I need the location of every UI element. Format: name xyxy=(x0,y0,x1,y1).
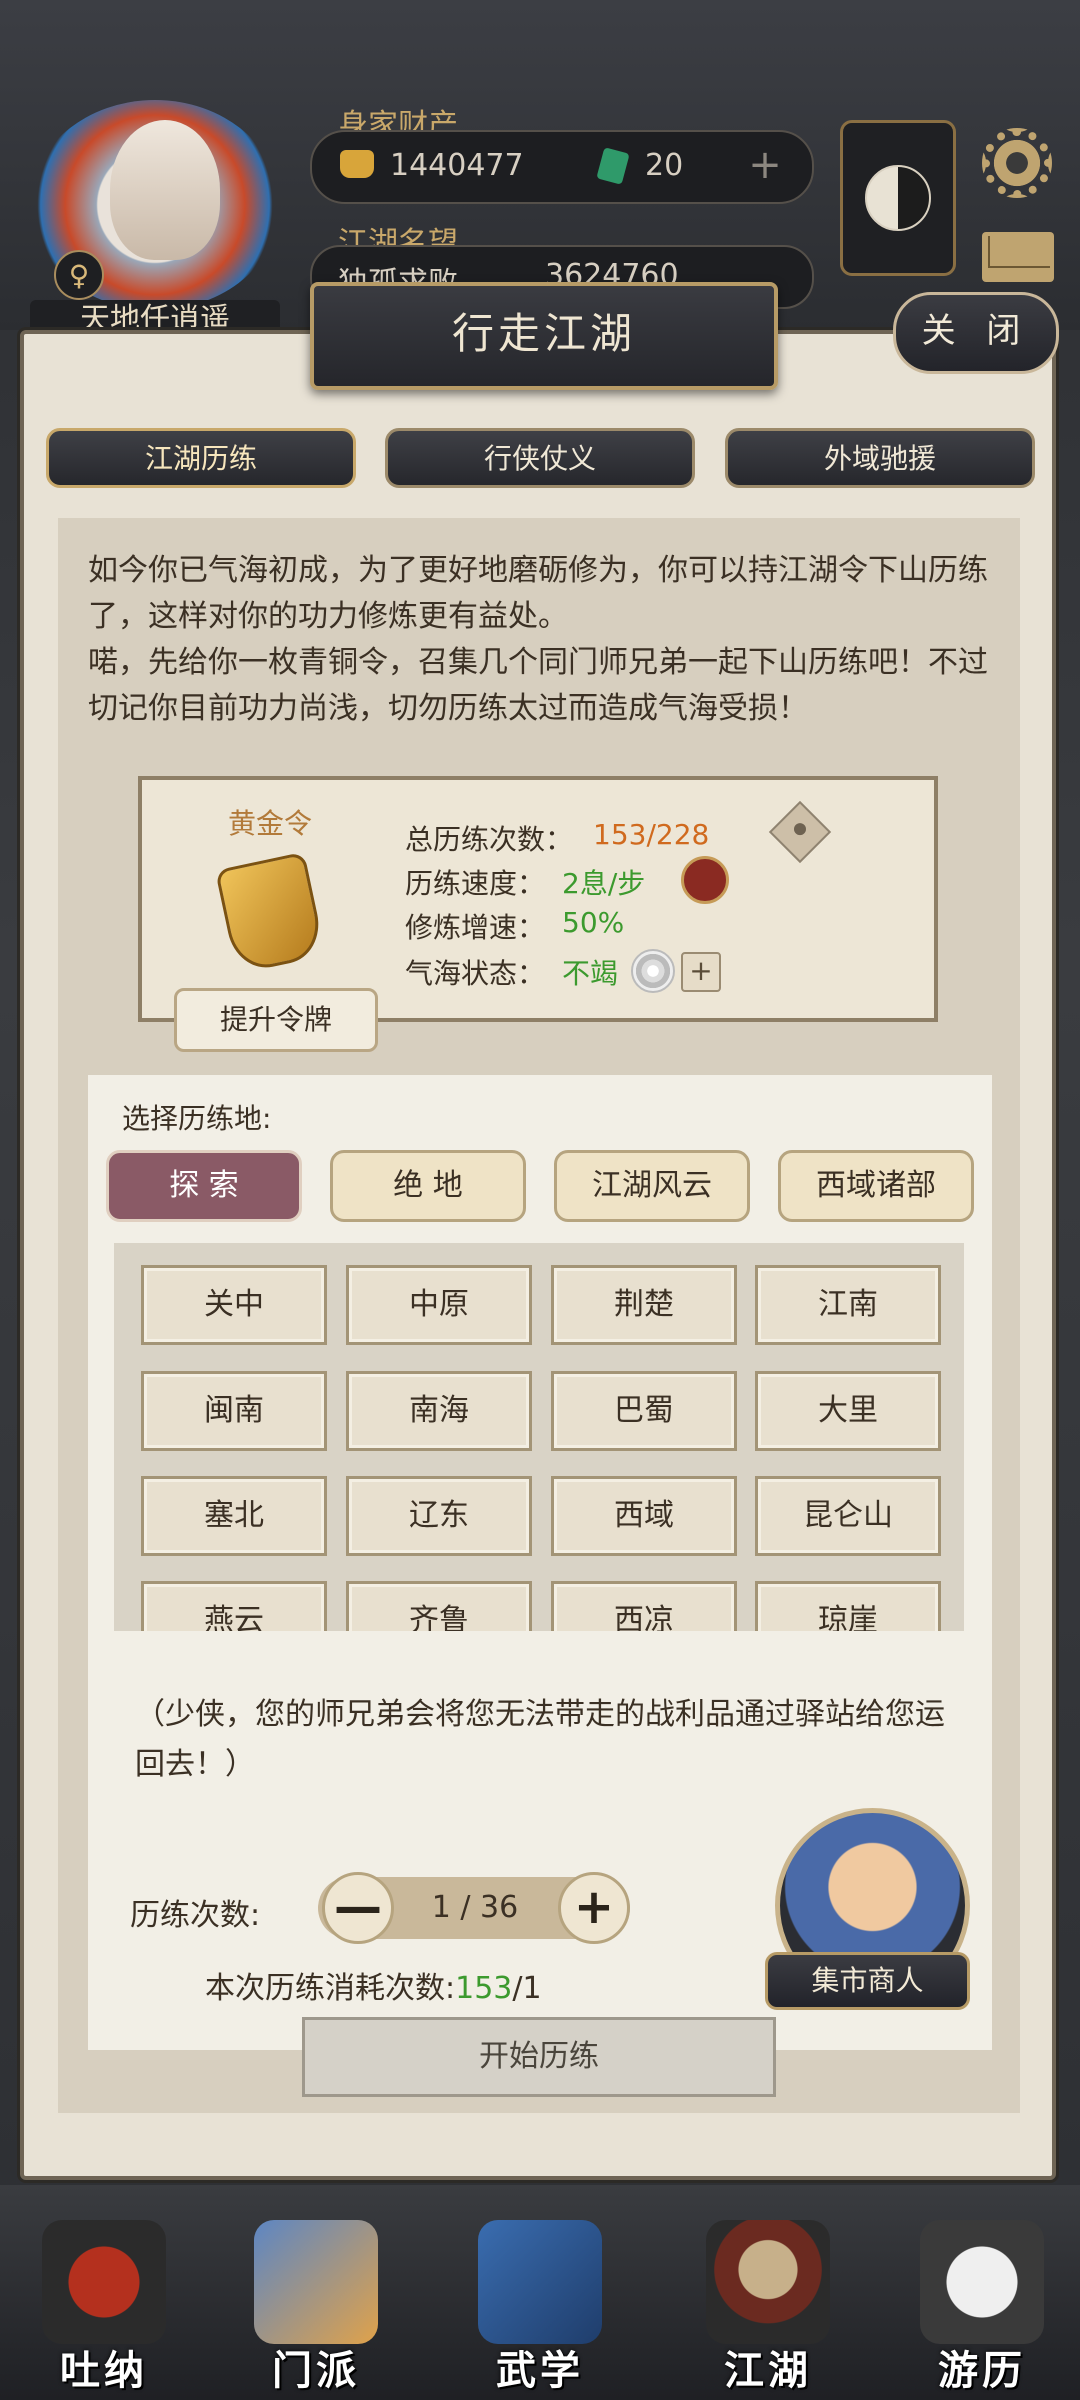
location-button[interactable]: 巴蜀 xyxy=(551,1371,737,1451)
cost-label: 本次历练消耗次数: xyxy=(205,1971,456,2006)
loot-note: （少侠，您的师兄弟会将您无法带走的战利品通过驿站给您运回去！） xyxy=(135,1697,945,1782)
gourd-icon xyxy=(42,2220,166,2344)
location-button[interactable]: 闽南 xyxy=(141,1371,327,1451)
decrement-button[interactable]: — xyxy=(322,1872,394,1944)
location-button[interactable]: 大里 xyxy=(755,1371,941,1451)
location-button[interactable]: 荆楚 xyxy=(551,1265,737,1345)
location-button[interactable]: 中原 xyxy=(346,1265,532,1345)
nav-label: 游历 xyxy=(938,2348,1026,2394)
location-button[interactable]: 琼崖 xyxy=(755,1581,941,1631)
sect-icon xyxy=(254,2220,378,2344)
mail-icon[interactable] xyxy=(982,232,1054,282)
increment-button[interactable]: + xyxy=(558,1872,630,1944)
gold-ingot-icon xyxy=(340,150,374,178)
location-button[interactable]: 燕云 xyxy=(141,1581,327,1631)
intro-paragraph-2: 喏，先给你一枚青铜令，召集几个同门师兄弟一起下山历练吧！不过切记你目前功力尚浅，… xyxy=(88,645,988,726)
stat-total-label: 总历练次数： xyxy=(405,823,574,856)
count-label: 历练次数: xyxy=(130,1898,261,1933)
stat-boost-value: 50% xyxy=(562,906,625,939)
wealth-bar xyxy=(310,130,814,204)
horse-icon xyxy=(920,2220,1044,2344)
qi-swirl-icon xyxy=(631,949,675,993)
nav-sect[interactable]: 门派 xyxy=(236,2220,396,2400)
location-button[interactable]: 齐鲁 xyxy=(346,1581,532,1631)
avatar[interactable] xyxy=(110,120,220,260)
location-button[interactable]: 辽东 xyxy=(346,1476,532,1556)
bagua-button[interactable] xyxy=(840,120,956,276)
add-qi-button[interactable]: + xyxy=(681,952,721,992)
stat-qi-value: 不竭 xyxy=(562,957,619,990)
nav-label: 吐纳 xyxy=(60,2348,148,2394)
select-location-label: 选择历练地: xyxy=(122,1102,272,1135)
intro-text: 如今你已气海初成，为了更好地磨砺修为，你可以持江湖令下山历练了，这样对你的功力修… xyxy=(88,548,998,732)
location-button[interactable]: 昆仑山 xyxy=(755,1476,941,1556)
nav-label: 江湖 xyxy=(724,2348,812,2394)
speed-badge-icon[interactable] xyxy=(681,856,729,904)
count-value: 1 / 36 xyxy=(431,1890,519,1925)
intro-paragraph-1: 如今你已气海初成，为了更好地磨砺修为，你可以持江湖令下山历练了，这样对你的功力修… xyxy=(88,553,988,634)
merchant-button[interactable]: 集市商人 xyxy=(765,1952,970,2010)
location-button[interactable]: 西域 xyxy=(551,1476,737,1556)
location-button[interactable]: 江南 xyxy=(755,1265,941,1345)
jade-count: 20 xyxy=(645,148,684,183)
nav-martial[interactable]: 武学 xyxy=(460,2220,620,2400)
location-button[interactable]: 南海 xyxy=(346,1371,532,1451)
category-western-tribes[interactable]: 西域诸部 xyxy=(778,1150,974,1222)
location-grid[interactable]: 关中 中原 荆楚 江南 闽南 南海 巴蜀 大里 塞北 辽东 西域 昆仑山 燕云 … xyxy=(114,1243,964,1631)
gear-icon[interactable] xyxy=(982,128,1052,198)
nav-jianghu[interactable]: 江湖 xyxy=(688,2220,848,2400)
stat-speed-label: 历练速度： xyxy=(405,867,546,900)
cost-suffix: /1 xyxy=(512,1971,542,2006)
close-button[interactable]: 关 闭 xyxy=(893,292,1059,374)
yin-yang-icon xyxy=(865,165,931,231)
book-icon xyxy=(478,2220,602,2344)
hat-icon xyxy=(706,2220,830,2344)
tab-foreign-aid[interactable]: 外域驰援 xyxy=(725,428,1035,488)
category-perilous[interactable]: 绝 地 xyxy=(330,1150,526,1222)
location-button[interactable]: 塞北 xyxy=(141,1476,327,1556)
upgrade-token-button[interactable]: 提升令牌 xyxy=(174,988,378,1052)
category-explore[interactable]: 探 索 xyxy=(106,1150,302,1222)
stat-boost-label: 修炼增速： xyxy=(405,911,546,944)
start-training-button[interactable]: 开始历练 xyxy=(302,2017,776,2097)
cost-value: 153 xyxy=(455,1971,513,2006)
location-button[interactable]: 西凉 xyxy=(551,1581,737,1631)
tab-chivalry[interactable]: 行侠仗义 xyxy=(385,428,695,488)
stat-speed-value: 2息/步 xyxy=(562,867,646,900)
stat-total-value: 153/228 xyxy=(593,818,710,851)
gender-icon: ♀ xyxy=(54,250,104,300)
nav-label: 门派 xyxy=(272,2348,360,2394)
cost-line: 本次历练消耗次数:153/1 xyxy=(205,1963,542,2007)
nav-travel[interactable]: 游历 xyxy=(902,2220,1062,2400)
dialog-title: 行走江湖 xyxy=(310,282,778,390)
nav-tuna[interactable]: 吐纳 xyxy=(24,2220,184,2400)
coin-count: 1440477 xyxy=(390,148,524,183)
token-name: 黄金令 xyxy=(228,807,313,840)
category-jianghu-storm[interactable]: 江湖风云 xyxy=(554,1150,750,1222)
tab-jianghu-training[interactable]: 江湖历练 xyxy=(46,428,356,488)
location-button[interactable]: 关中 xyxy=(141,1265,327,1345)
stat-qi-label: 气海状态： xyxy=(405,957,546,990)
nav-label: 武学 xyxy=(496,2348,584,2394)
add-currency-button[interactable]: + xyxy=(745,145,785,185)
